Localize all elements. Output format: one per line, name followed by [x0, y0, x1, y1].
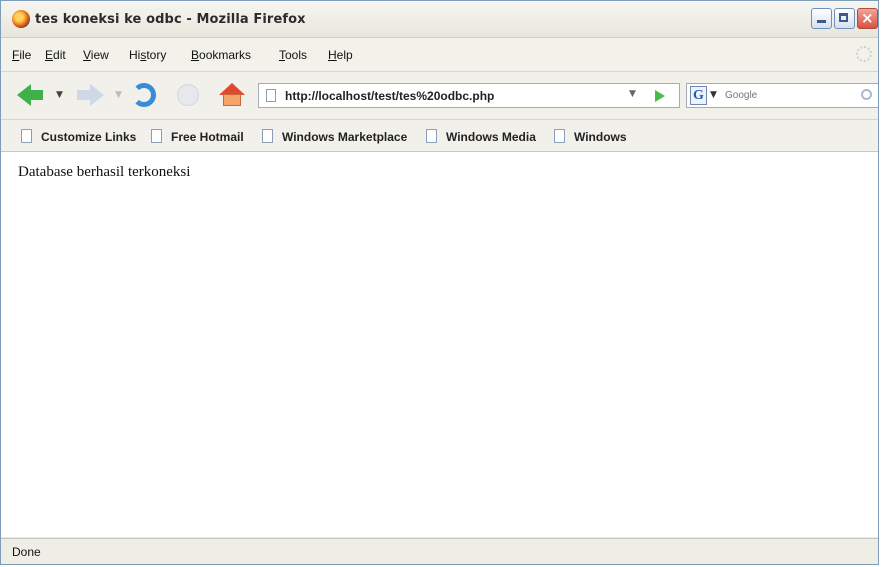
menu-view-rest: iew	[90, 48, 109, 62]
forward-history-dropdown-icon[interactable]: ▼	[115, 90, 122, 100]
menu-help-rest: elp	[336, 48, 353, 62]
search-bar[interactable]: G ▼	[686, 83, 878, 108]
page-content: Database berhasil terkoneksi	[1, 152, 878, 537]
minimize-button[interactable]	[811, 8, 832, 29]
navigation-toolbar: ▼ ▼ http://localhost/test/tes%20odbc.php…	[1, 72, 878, 120]
stop-icon[interactable]	[177, 84, 199, 106]
url-text[interactable]: http://localhost/test/tes%20odbc.php	[285, 89, 494, 103]
bookmark-label: Windows Marketplace	[282, 130, 408, 144]
page-icon	[266, 89, 276, 102]
search-engine-dropdown-icon[interactable]: ▼	[710, 90, 717, 100]
menu-file-rest: ile	[19, 48, 32, 62]
menu-edit-accel: E	[45, 48, 54, 62]
browser-window: tes koneksi ke odbc - Mozilla Firefox × …	[0, 0, 879, 565]
back-button[interactable]	[29, 90, 43, 100]
title-bar[interactable]: tes koneksi ke odbc - Mozilla Firefox ×	[1, 1, 878, 38]
menu-edit[interactable]: Edit	[45, 48, 66, 62]
menu-help[interactable]: Help	[328, 48, 353, 62]
close-button[interactable]: ×	[857, 8, 878, 29]
firefox-logo-icon	[12, 10, 30, 28]
back-history-dropdown-icon[interactable]: ▼	[56, 90, 63, 100]
home-button[interactable]	[223, 94, 241, 106]
menu-view[interactable]: View	[83, 48, 109, 62]
minimize-icon	[817, 20, 826, 23]
bookmark-page-icon	[21, 129, 32, 143]
search-magnifier-icon[interactable]	[861, 89, 872, 100]
menu-history-pre: Hi	[129, 48, 141, 62]
menu-history-rest: tory	[146, 48, 167, 62]
forward-arrow-icon[interactable]	[90, 84, 104, 106]
throbber-icon	[856, 46, 872, 62]
maximize-icon	[839, 13, 848, 22]
go-icon[interactable]	[655, 90, 665, 102]
menu-bookmarks-rest: ookmarks	[199, 48, 252, 62]
address-bar[interactable]: http://localhost/test/tes%20odbc.php ▼	[258, 83, 680, 108]
search-input[interactable]	[725, 87, 845, 104]
menu-bookmarks[interactable]: Bookmarks	[191, 48, 251, 62]
menu-bookmarks-accel: B	[191, 48, 200, 62]
url-dropdown-icon[interactable]: ▼	[629, 89, 636, 99]
menu-tools-rest: ools	[285, 48, 308, 62]
reload-icon[interactable]	[132, 83, 156, 107]
bookmark-page-icon	[151, 129, 162, 143]
bookmark-label: Free Hotmail	[171, 130, 244, 144]
bookmark-page-icon	[262, 129, 273, 143]
status-bar: Done	[1, 538, 878, 564]
menu-view-accel: V	[83, 48, 91, 62]
forward-button[interactable]	[77, 90, 91, 100]
bookmark-label: Windows	[574, 130, 627, 144]
menu-history[interactable]: History	[129, 48, 166, 62]
bookmarks-toolbar: Customize Links Free Hotmail Windows Mar…	[1, 120, 878, 152]
menu-edit-rest: dit	[53, 48, 66, 62]
bookmark-label: Customize Links	[41, 130, 137, 144]
bookmark-label: Windows Media	[446, 130, 536, 144]
close-icon: ×	[861, 9, 874, 27]
status-text: Done	[12, 545, 41, 559]
bookmark-page-icon	[426, 129, 437, 143]
window-title: tes koneksi ke odbc - Mozilla Firefox	[35, 12, 306, 27]
menu-help-accel: H	[328, 48, 337, 62]
bookmark-page-icon	[554, 129, 565, 143]
menu-bar: File Edit View History Bookmarks Tools H…	[1, 38, 878, 72]
menu-tools[interactable]: Tools	[279, 48, 307, 62]
menu-file[interactable]: File	[12, 48, 31, 62]
search-engine-icon[interactable]: G	[690, 86, 707, 105]
page-message: Database berhasil terkoneksi	[18, 164, 191, 180]
maximize-button[interactable]	[834, 8, 855, 29]
